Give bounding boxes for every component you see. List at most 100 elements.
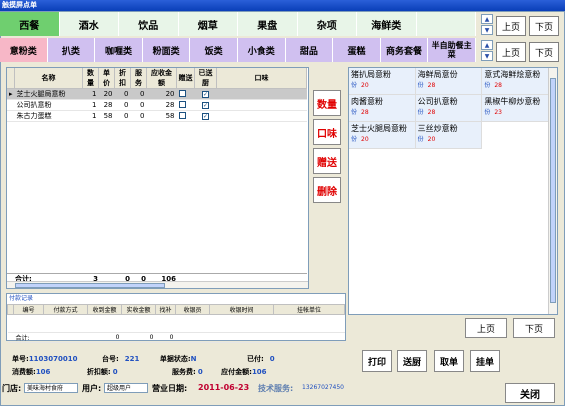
menu-item[interactable]: 肉酱意粉 份 28 <box>349 95 416 122</box>
gift-checkbox[interactable] <box>178 111 186 119</box>
window-title: 触摸屏点单 <box>0 0 565 11</box>
menu-item[interactable]: 芝士火腿局意粉 份 20 <box>349 122 416 149</box>
cell-sent[interactable]: ✓ <box>194 110 217 122</box>
col-amount: 应收金额 <box>146 68 178 89</box>
row-pointer-icon: ▸ <box>7 88 15 100</box>
subcategory-tab-steak[interactable]: 扒类 <box>47 38 96 62</box>
subcategory-tab-pasta[interactable]: 意粉类 <box>0 38 48 62</box>
sent-checkbox[interactable]: ✓ <box>202 91 210 98</box>
table-row[interactable]: 朱古力蛋糕 1 58 0 0 58 ✓ <box>7 110 307 122</box>
subcategory-prev-page-button[interactable]: 上页 <box>496 42 526 62</box>
subcategory-tab-noodles[interactable]: 粉面类 <box>142 38 191 62</box>
subcategory-tab-curry[interactable]: 咖喱类 <box>95 38 143 62</box>
cell-amount: 20 <box>146 88 177 100</box>
category-prev-page-button[interactable]: 上页 <box>496 16 526 36</box>
menu-grid: 猪扒局意粉 份 20 海鲜局意份 份 28 意式海鲜烩意粉 份 28 肉酱意粉 份 28… <box>349 68 549 149</box>
sent-checkbox[interactable]: ✓ <box>202 113 210 120</box>
menu-next-page-button[interactable]: 下页 <box>513 318 555 338</box>
scrollbar-thumb[interactable] <box>15 283 165 288</box>
cell-gift[interactable] <box>176 110 195 122</box>
menu-item[interactable]: 三丝炒意粉 份 20 <box>415 122 483 149</box>
delete-button[interactable]: 删除 <box>313 177 341 203</box>
print-button[interactable]: 打印 <box>362 350 392 372</box>
menu-item-price: 28 <box>494 82 502 89</box>
gift-checkbox[interactable] <box>178 89 186 97</box>
discount-value: 0 <box>112 368 118 376</box>
table-row[interactable]: ▸ 芝士火腿局意粉 1 20 0 0 20 ✓ <box>7 88 307 100</box>
discount-label: 折扣额: <box>86 368 111 376</box>
subcategory-tab-snacks[interactable]: 小食类 <box>237 38 286 62</box>
menu-item[interactable]: 黑椒牛柳炒意粉 份 23 <box>482 95 549 122</box>
service-value: 0 <box>197 368 203 376</box>
subcategory-down-arrow-icon[interactable]: ▼ <box>481 51 493 61</box>
category-up-arrow-icon[interactable]: ▲ <box>481 14 493 24</box>
hold-order-button[interactable]: 挂单 <box>470 350 500 372</box>
send-kitchen-button[interactable]: 送厨 <box>397 350 427 372</box>
subcategory-tab-buffet[interactable]: 半自助餐主菜 <box>428 38 476 62</box>
category-down-arrow-icon[interactable]: ▼ <box>481 25 493 35</box>
cell-taste <box>216 110 307 122</box>
menu-item[interactable]: 海鲜局意份 份 28 <box>415 68 483 95</box>
category-tab-western[interactable]: 西餐 <box>0 12 60 36</box>
pay-col-account: 挂帐单位 <box>273 304 345 315</box>
scrollbar-thumb[interactable] <box>550 78 556 303</box>
menu-item[interactable]: 猪扒局意粉 份 20 <box>349 68 416 95</box>
menu-item[interactable]: 意式海鲜烩意粉 份 28 <box>482 68 549 95</box>
payment-panel: 付款记录 编号 付款方式 收到金额 实收金额 找补 收银员 收银时间 挂帐单位 … <box>6 293 346 343</box>
category-tab-wine[interactable]: 酒水 <box>59 12 119 36</box>
support-phone: 13267027450 <box>302 384 344 391</box>
pay-total-received: 0 <box>87 332 122 343</box>
category-tab-empty[interactable] <box>416 12 476 36</box>
col-service: 服务 <box>130 68 148 89</box>
payable-value: 106 <box>251 368 267 376</box>
category-tab-tobacco[interactable]: 烟草 <box>178 12 238 36</box>
category-next-page-button[interactable]: 下页 <box>529 16 559 36</box>
order-info-line-1: 单号:1103070010 台号: 221 单据状态:N 已付: 0 <box>12 354 275 364</box>
pay-total-row: 合计: 0 0 0 <box>7 332 345 343</box>
subcategory-tab-cake[interactable]: 蛋糕 <box>333 38 381 62</box>
cell-gift[interactable] <box>176 88 195 100</box>
menu-item-price: 20 <box>361 82 369 89</box>
category-tab-fruit[interactable]: 果盘 <box>238 12 298 36</box>
category-tab-seafood[interactable]: 海鲜类 <box>357 12 417 36</box>
menu-item-price: 28 <box>427 82 436 89</box>
menu-item-unit: 份 <box>351 82 358 89</box>
category-tab-drinks[interactable]: 饮品 <box>119 12 179 36</box>
gift-button[interactable]: 赠送 <box>313 148 341 174</box>
table-no-value: 221 <box>124 355 140 363</box>
menu-item-unit: 份 <box>417 82 424 89</box>
cell-gift[interactable] <box>176 99 195 111</box>
subcategory-tab-dessert[interactable]: 甜品 <box>285 38 334 62</box>
business-date-value: 2011-06-23 <box>198 383 250 392</box>
sent-checkbox[interactable]: ✓ <box>202 102 210 109</box>
pay-col-cashier: 收银员 <box>175 304 210 315</box>
menu-item[interactable]: 公司扒意粉 份 28 <box>415 95 483 122</box>
subcategory-tab-business-set[interactable]: 商务套餐 <box>380 38 429 62</box>
gift-checkbox[interactable] <box>178 100 186 108</box>
cell-sent[interactable]: ✓ <box>194 99 217 111</box>
order-table: 名称 数量 单价 折扣 服务 应收金额 赠送 已送厨 口味 ▸ 芝士火腿局意粉 … <box>7 68 307 122</box>
taste-button[interactable]: 口味 <box>313 119 341 145</box>
subcategory-tab-rice[interactable]: 饭类 <box>190 38 238 62</box>
pay-total-label: 合计: <box>13 332 44 343</box>
order-horizontal-scrollbar[interactable] <box>7 281 308 288</box>
cell-sent[interactable]: ✓ <box>194 88 217 100</box>
category-tab-misc[interactable]: 杂项 <box>297 12 357 36</box>
support-label: 技术服务: <box>258 384 294 393</box>
cell-service: 0 <box>130 110 147 122</box>
menu-item-name: 三丝炒意粉 <box>417 124 458 133</box>
cell-name: 公司扒意粉 <box>14 99 83 111</box>
paid-label: 已付: <box>246 355 264 363</box>
cell-discount: 0 <box>114 110 131 122</box>
retrieve-order-button[interactable]: 取单 <box>434 350 464 372</box>
table-row[interactable]: 公司扒意粉 1 28 0 0 28 ✓ <box>7 99 307 111</box>
subcategory-up-arrow-icon[interactable]: ▲ <box>481 40 493 50</box>
menu-vertical-scrollbar[interactable] <box>548 68 557 314</box>
menu-item-unit: 份 <box>484 82 491 89</box>
payment-panel-label: 付款记录 <box>9 295 34 302</box>
subcategory-next-page-button[interactable]: 下页 <box>529 42 559 62</box>
menu-item-price: 28 <box>361 109 369 116</box>
close-button[interactable]: 关闭 <box>505 383 555 403</box>
menu-prev-page-button[interactable]: 上页 <box>465 318 507 338</box>
quantity-button[interactable]: 数量 <box>313 90 341 116</box>
